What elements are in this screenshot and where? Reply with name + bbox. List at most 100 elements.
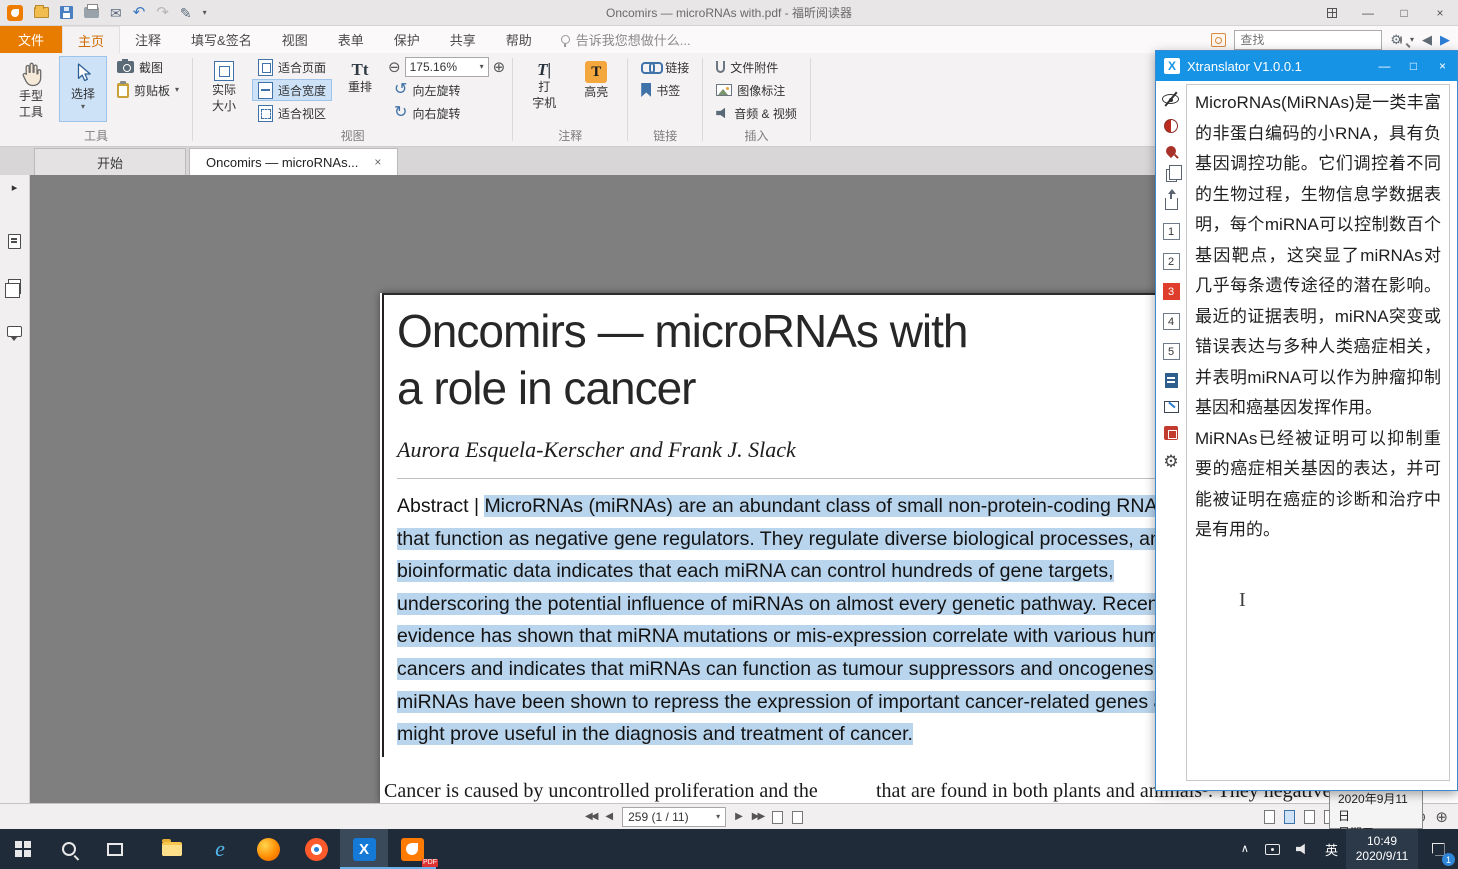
xtranslator-titlebar[interactable]: X Xtranslator V1.0.0.1 — □ × bbox=[1156, 51, 1457, 81]
zoom-in-icon[interactable]: ⊕ bbox=[493, 60, 506, 75]
previous-view-icon[interactable] bbox=[772, 811, 783, 824]
tab-home[interactable]: 主页 bbox=[62, 26, 120, 53]
translation-text-area[interactable]: MicroRNAs(MiRNAs)是一类丰富的非蛋白编码的小RNA，具有负基因调… bbox=[1186, 84, 1450, 781]
page-number-combobox[interactable]: 259 (1 / 11) ▾ bbox=[622, 807, 726, 827]
reflow-button[interactable]: Tt 重排 bbox=[336, 56, 384, 122]
zoom-in-icon[interactable]: ⊕ bbox=[1435, 810, 1448, 825]
engine-slot-4[interactable]: 4 bbox=[1163, 313, 1180, 330]
export-icon[interactable] bbox=[1165, 198, 1178, 210]
tab-share[interactable]: 共享 bbox=[435, 26, 491, 53]
engine-slot-3-active[interactable]: 3 bbox=[1163, 283, 1180, 300]
taskbar-search-button[interactable] bbox=[46, 829, 92, 869]
xt-minimize-button[interactable]: — bbox=[1370, 51, 1399, 81]
hide-translation-icon[interactable] bbox=[1161, 92, 1181, 106]
find-input[interactable] bbox=[1235, 33, 1400, 47]
xtranslator-taskbar-button[interactable]: X bbox=[340, 829, 388, 869]
file-attachment-button[interactable]: 文件附件 bbox=[710, 56, 803, 78]
zoom-out-icon[interactable]: ⊖ bbox=[388, 60, 401, 75]
redo-icon[interactable]: ↷ bbox=[156, 5, 169, 20]
start-button[interactable] bbox=[0, 829, 46, 869]
foxit-taskbar-button[interactable]: PDF bbox=[388, 829, 436, 869]
layout-grid-icon[interactable] bbox=[1314, 0, 1350, 26]
actual-size-button[interactable]: 实际 大小 bbox=[200, 56, 248, 122]
search-document-icon[interactable] bbox=[1211, 33, 1226, 47]
document-mode-icon[interactable] bbox=[1165, 373, 1178, 388]
maximize-button[interactable]: □ bbox=[1386, 0, 1422, 26]
internet-explorer-button[interactable]: e bbox=[196, 829, 244, 869]
fit-page-button[interactable]: 适合页面 bbox=[252, 56, 332, 78]
firefox-button[interactable] bbox=[244, 829, 292, 869]
taskbar-clock[interactable]: 10:49 2020/9/11 bbox=[1346, 829, 1418, 869]
save-icon[interactable] bbox=[60, 6, 73, 19]
tab-fill-sign[interactable]: 填写&签名 bbox=[176, 26, 267, 53]
single-page-view-icon[interactable] bbox=[1264, 810, 1275, 824]
rotate-right-button[interactable]: ↻ 向右旋转 bbox=[388, 102, 505, 124]
media-app-button[interactable] bbox=[292, 829, 340, 869]
engine-slot-2[interactable]: 2 bbox=[1163, 253, 1180, 270]
minimize-button[interactable]: — bbox=[1350, 0, 1386, 26]
facing-view-icon[interactable] bbox=[1304, 810, 1315, 824]
resize-window-icon[interactable] bbox=[1164, 401, 1179, 413]
highlight-button[interactable]: T 高亮 bbox=[572, 56, 620, 122]
gear-caret-icon[interactable]: ▾ bbox=[1410, 36, 1414, 44]
tab-document[interactable]: Oncomirs — microRNAs... × bbox=[189, 148, 398, 175]
link-button[interactable]: 链接 bbox=[635, 56, 695, 78]
foxit-logo-icon[interactable] bbox=[7, 5, 23, 21]
tab-protect[interactable]: 保护 bbox=[379, 26, 435, 53]
contrast-theme-icon[interactable] bbox=[1164, 119, 1178, 133]
next-page-icon[interactable]: ▶ bbox=[735, 812, 743, 822]
print-icon[interactable] bbox=[84, 7, 99, 18]
touchpad-tray-icon[interactable] bbox=[1257, 829, 1288, 869]
hidden-icons-chevron[interactable]: ∧ bbox=[1233, 829, 1257, 869]
find-box[interactable] bbox=[1234, 30, 1382, 50]
engine-slot-1[interactable]: 1 bbox=[1163, 223, 1180, 240]
pin-icon[interactable] bbox=[1164, 144, 1178, 158]
first-page-icon[interactable]: ◀◀ bbox=[585, 812, 596, 822]
zoom-combobox[interactable]: 175.16% ▾ bbox=[405, 57, 489, 77]
tab-start-page[interactable]: 开始 bbox=[34, 148, 186, 175]
previous-page-icon[interactable]: ◀ bbox=[605, 812, 613, 822]
volume-tray-icon[interactable] bbox=[1288, 829, 1317, 869]
input-method-indicator[interactable]: 英 bbox=[1317, 829, 1346, 869]
customize-toolbar-icon[interactable]: ✎ bbox=[180, 6, 192, 20]
task-view-button[interactable] bbox=[92, 829, 138, 869]
tab-close-icon[interactable]: × bbox=[374, 155, 381, 169]
last-page-icon[interactable]: ▶▶ bbox=[752, 812, 763, 822]
xt-close-button[interactable]: × bbox=[1428, 51, 1457, 81]
hand-tool-button[interactable]: 手型 工具 bbox=[7, 56, 55, 122]
next-view-icon[interactable] bbox=[792, 811, 803, 824]
file-menu-button[interactable]: 文件 bbox=[0, 26, 62, 53]
tab-comment[interactable]: 注释 bbox=[120, 26, 176, 53]
fit-visible-button[interactable]: 适合视区 bbox=[252, 102, 332, 124]
undo-icon[interactable]: ↶ bbox=[133, 5, 146, 20]
bookmarks-panel-icon[interactable] bbox=[8, 234, 21, 249]
continuous-view-icon[interactable] bbox=[1284, 810, 1295, 824]
fit-width-button[interactable]: 适合宽度 bbox=[252, 79, 332, 101]
chevron-left-icon[interactable]: ◀ bbox=[1422, 33, 1432, 46]
snapshot-button[interactable]: 截图 bbox=[111, 56, 185, 78]
audio-video-button[interactable]: 音频 & 视频 bbox=[710, 102, 803, 124]
expand-panel-icon[interactable]: ▸ bbox=[12, 183, 18, 194]
action-center-button[interactable]: 1 bbox=[1418, 829, 1458, 869]
pages-panel-icon[interactable] bbox=[8, 279, 21, 294]
translate-mode-icon[interactable] bbox=[1164, 426, 1178, 440]
qat-caret-icon[interactable]: ▾ bbox=[203, 9, 207, 17]
email-icon[interactable]: ✉ bbox=[110, 6, 122, 20]
copy-icon[interactable] bbox=[1166, 169, 1177, 182]
open-file-icon[interactable] bbox=[34, 7, 49, 18]
close-button[interactable]: × bbox=[1422, 0, 1458, 26]
tell-me-box[interactable]: 告诉我您想做什么... bbox=[547, 26, 691, 53]
typewriter-button[interactable]: T| 打 字机 bbox=[520, 56, 568, 122]
image-annotation-button[interactable]: 图像标注 bbox=[710, 79, 803, 101]
tab-form[interactable]: 表单 bbox=[323, 26, 379, 53]
tab-view[interactable]: 视图 bbox=[267, 26, 323, 53]
settings-gear-icon[interactable]: ⚙ bbox=[1163, 453, 1178, 470]
bookmark-button[interactable]: 书签 bbox=[635, 79, 695, 101]
engine-slot-5[interactable]: 5 bbox=[1163, 343, 1180, 360]
xt-maximize-button[interactable]: □ bbox=[1399, 51, 1428, 81]
search-icon[interactable] bbox=[1400, 36, 1402, 44]
file-explorer-button[interactable] bbox=[148, 829, 196, 869]
chevron-right-icon[interactable]: ▶ bbox=[1440, 33, 1450, 46]
clipboard-button[interactable]: 剪贴板 ▾ bbox=[111, 79, 185, 101]
comments-panel-icon[interactable] bbox=[7, 326, 22, 337]
